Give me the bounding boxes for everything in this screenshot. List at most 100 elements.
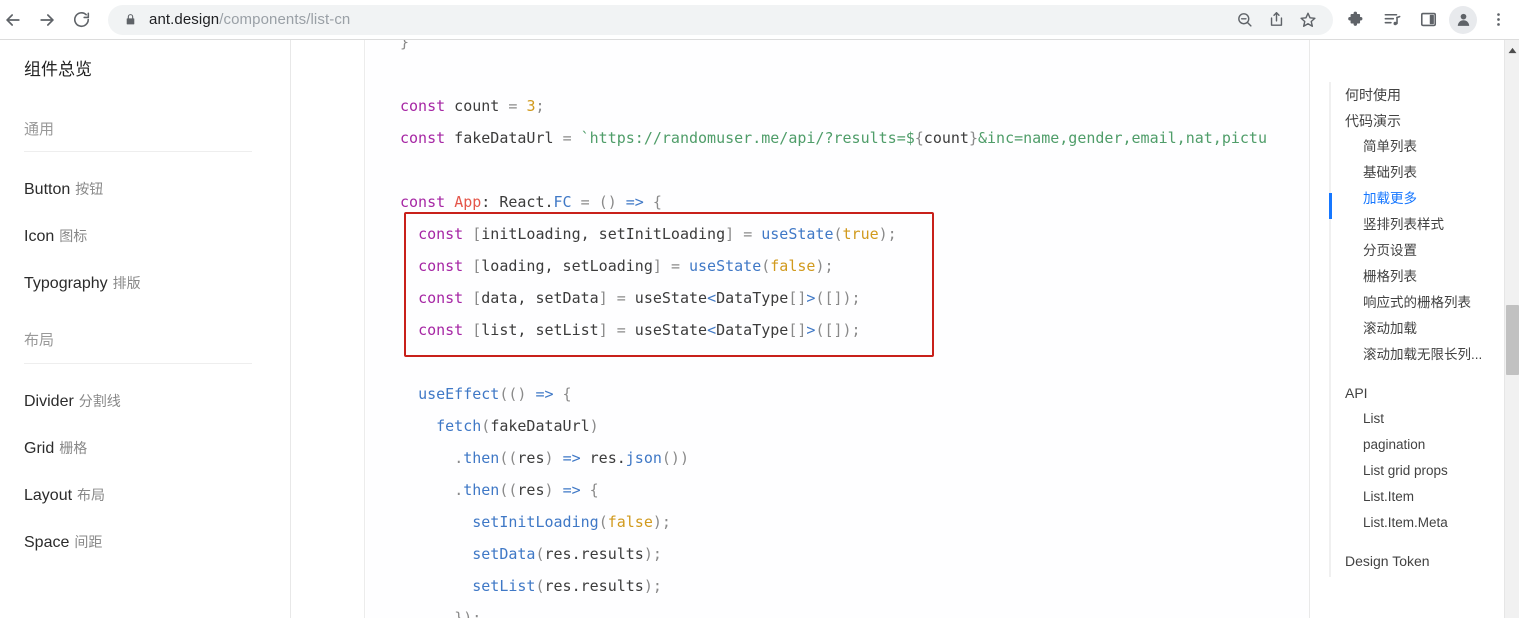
code-token: ) — [589, 417, 599, 435]
toc-item[interactable]: 加载更多 — [1311, 186, 1504, 212]
code-token: } — [400, 40, 410, 51]
sidebar-item-grid[interactable]: Grid 栅格 — [24, 438, 290, 458]
code-line: fetch(fakeDataUrl) — [400, 410, 1309, 442]
code-token: const — [418, 257, 464, 275]
code-token: = — [616, 321, 626, 339]
code-token: { — [553, 385, 572, 403]
sidebar-item-label-en: Button — [24, 180, 71, 198]
page-scrollbar[interactable] — [1504, 40, 1519, 618]
toc-item[interactable]: List.Item.Meta — [1311, 510, 1504, 536]
toc-item[interactable]: List grid props — [1311, 458, 1504, 484]
code-token: = — [743, 225, 753, 243]
code-token: ; — [535, 97, 545, 115]
side-panel-icon[interactable] — [1413, 5, 1443, 35]
sidebar-item-divider[interactable]: Divider 分割线 — [24, 391, 290, 411]
code-token: ( — [598, 513, 608, 531]
back-arrow-icon — [6, 13, 20, 26]
code-line: setInitLoading(false); — [400, 506, 1309, 538]
sidebar-item-label-en: Space — [24, 533, 70, 551]
code-line: }); — [400, 602, 1309, 618]
profile-avatar-icon[interactable] — [1449, 5, 1477, 34]
sidebar-item-button[interactable]: Button 按钮 — [24, 179, 290, 199]
toc-item[interactable]: 分页设置 — [1311, 238, 1504, 264]
back-button[interactable] — [0, 3, 30, 37]
code-token: false — [770, 257, 816, 275]
browser-toolbar: ant.design/components/list-cn — [0, 0, 1519, 40]
code-token: ); — [643, 545, 662, 563]
sidebar-item-label-cn: 布局 — [77, 486, 106, 503]
sidebar-group-layout: 布局 Divider 分割线 Grid 栅格 Layout 布局 Space 间距 — [24, 329, 290, 552]
toc-item[interactable]: 竖排列表样式 — [1311, 212, 1504, 238]
sidebar-item-space[interactable]: Space 间距 — [24, 532, 290, 552]
media-playlist-icon[interactable] — [1377, 5, 1407, 35]
scroll-thumb[interactable] — [1506, 305, 1519, 375]
toc-item[interactable]: 基础列表 — [1311, 160, 1504, 186]
code-token: ( — [833, 225, 843, 243]
code-token: initLoading, setInitLoading — [481, 225, 726, 243]
share-icon[interactable] — [1261, 5, 1291, 35]
code-token: [ — [472, 321, 482, 339]
zoom-out-icon[interactable] — [1229, 5, 1259, 35]
toc-item[interactable]: List — [1311, 406, 1504, 432]
code-token: ( — [481, 417, 491, 435]
scroll-up-arrow-icon[interactable] — [1505, 43, 1519, 58]
toc-item[interactable]: 滚动加载无限长列... — [1311, 342, 1504, 368]
toc-item[interactable]: 响应式的栅格列表 — [1311, 290, 1504, 316]
sidebar-group-general: 通用 Button 按钮 Icon 图标 Typography 排版 — [24, 118, 290, 293]
code-token: { — [580, 481, 599, 499]
extensions-puzzle-icon[interactable] — [1341, 5, 1371, 35]
code-token: `https://randomuser.me/api/?results=$ — [580, 129, 915, 147]
code-token: ] — [652, 257, 662, 275]
sidebar-item-typography[interactable]: Typography 排版 — [24, 273, 290, 293]
code-token: [ — [472, 225, 482, 243]
code-token: DataType — [716, 321, 789, 339]
code-token: ); — [878, 225, 897, 243]
code-token: ) — [544, 449, 554, 467]
code-token: list, setList — [481, 321, 599, 339]
toc-item[interactable]: Design Token — [1311, 548, 1504, 574]
toc-item[interactable]: pagination — [1311, 432, 1504, 458]
sidebar-item-layout[interactable]: Layout 布局 — [24, 485, 290, 505]
toc-item[interactable]: 简单列表 — [1311, 134, 1504, 160]
code-token: setData — [472, 545, 536, 563]
toc-item[interactable]: 代码演示 — [1311, 108, 1504, 134]
code-token: = — [562, 129, 581, 147]
code-token: (( — [499, 481, 518, 499]
code-token: ] — [598, 321, 608, 339]
code-block[interactable]: } const count = 3; const fakeDataUrl = `h… — [366, 40, 1309, 618]
sidebar-item-overview[interactable]: 组件总览 — [24, 40, 290, 82]
code-token: res. — [580, 449, 626, 467]
code-token: ] — [598, 289, 608, 307]
sidebar-item-label-en: Layout — [24, 486, 73, 504]
bookmark-star-icon[interactable] — [1293, 5, 1323, 35]
three-dot-menu-icon[interactable] — [1483, 5, 1513, 35]
code-line: const [data, setData] = useState<DataTyp… — [400, 282, 1309, 314]
code-token: { — [914, 129, 924, 147]
sidebar-item-icon[interactable]: Icon 图标 — [24, 226, 290, 246]
address-bar[interactable]: ant.design/components/list-cn — [108, 4, 1333, 35]
toc-item[interactable]: 滚动加载 — [1311, 316, 1504, 342]
code-token: data, setData — [481, 289, 599, 307]
sidebar-group-title: 布局 — [24, 331, 55, 349]
toc-item[interactable]: 栅格列表 — [1311, 264, 1504, 290]
divider — [24, 362, 252, 364]
forward-button[interactable] — [30, 3, 64, 37]
lock-icon — [124, 12, 137, 27]
toc-item[interactable]: API — [1311, 380, 1504, 406]
sidebar-item-label-cn: 按钮 — [75, 180, 104, 197]
reload-button[interactable] — [64, 3, 98, 37]
code-token: = — [580, 193, 599, 211]
sidebar-item-label-en: Typography — [24, 274, 108, 292]
code-token: { — [643, 193, 662, 211]
code-token: () — [598, 193, 617, 211]
toc-item[interactable]: List.Item — [1311, 484, 1504, 510]
toc-item[interactable]: 何时使用 — [1311, 82, 1504, 108]
components-sidebar: 组件总览 通用 Button 按钮 Icon 图标 Typography 排版 布局 … — [0, 40, 291, 618]
code-token: res.results — [544, 545, 644, 563]
code-token: &inc=name,gender,email,nat,pictu — [977, 129, 1267, 147]
